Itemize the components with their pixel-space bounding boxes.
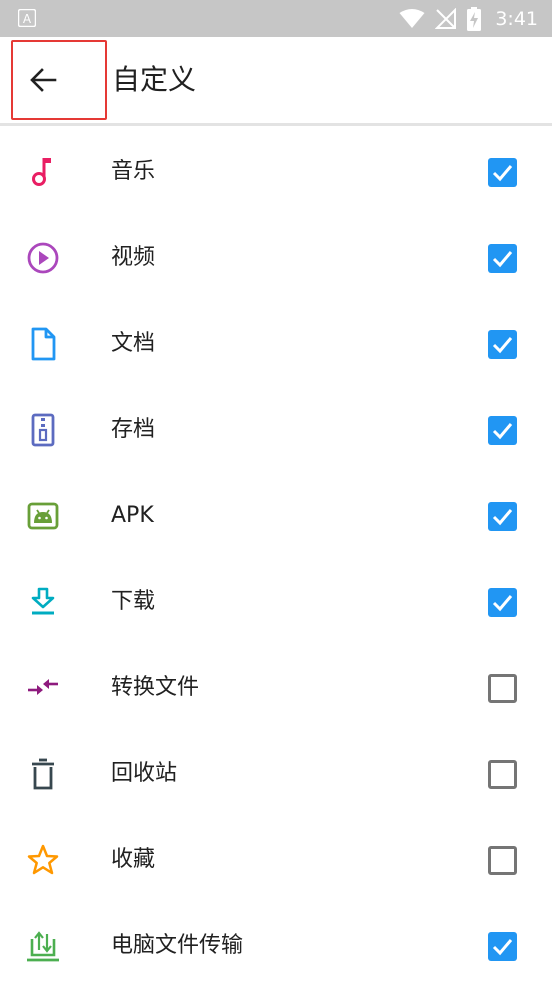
status-time: 3:41 [495, 7, 538, 30]
item-label: APK [111, 503, 154, 528]
document-icon [25, 326, 61, 362]
list-item-favorites[interactable]: 收藏 [0, 817, 552, 903]
arrow-left-icon [30, 68, 57, 92]
item-label: 视频 [111, 245, 156, 270]
archive-zip-icon [25, 412, 61, 448]
checkbox[interactable] [488, 416, 517, 445]
list-item-apk[interactable]: APK [0, 473, 552, 559]
item-label: 音乐 [111, 159, 156, 184]
list-item-video[interactable]: 视频 [0, 215, 552, 301]
checkbox[interactable] [488, 674, 517, 703]
no-signal-icon [435, 7, 457, 29]
android-icon [25, 498, 61, 534]
trash-icon [25, 756, 61, 792]
item-label: 转换文件 [111, 675, 200, 700]
wifi-icon [399, 8, 425, 28]
checkbox[interactable] [488, 244, 517, 273]
checkbox[interactable] [488, 932, 517, 961]
category-list: 音乐 视频 文档 存档 APK 下载 转换文件 回收站 收藏 电脑文件传输 [0, 129, 552, 989]
list-item-convert-files[interactable]: 转换文件 [0, 645, 552, 731]
checkbox[interactable] [488, 502, 517, 531]
notification-a-icon: A [18, 9, 36, 27]
item-label: 下载 [111, 589, 156, 614]
convert-arrows-icon [25, 670, 61, 706]
item-label: 存档 [111, 417, 156, 442]
page-title: 自定义 [112, 63, 197, 96]
star-icon [25, 842, 61, 878]
back-button[interactable] [11, 40, 107, 120]
item-label: 文档 [111, 331, 156, 356]
checkbox[interactable] [488, 330, 517, 359]
item-label: 收藏 [111, 847, 156, 872]
checkbox[interactable] [488, 158, 517, 187]
toolbar-divider [0, 123, 552, 126]
item-label: 电脑文件传输 [111, 933, 244, 958]
checkbox[interactable] [488, 588, 517, 617]
play-circle-icon [25, 240, 61, 276]
pc-upload-icon [25, 928, 61, 964]
list-item-music[interactable]: 音乐 [0, 129, 552, 215]
svg-text:A: A [23, 12, 32, 26]
list-item-recycle-bin[interactable]: 回收站 [0, 731, 552, 817]
checkbox[interactable] [488, 760, 517, 789]
download-icon [25, 584, 61, 620]
battery-charging-icon [467, 6, 482, 31]
list-item-pc-transfer[interactable]: 电脑文件传输 [0, 903, 552, 989]
list-item-document[interactable]: 文档 [0, 301, 552, 387]
list-item-download[interactable]: 下载 [0, 559, 552, 645]
item-label: 回收站 [111, 761, 178, 786]
status-bar: A 3:41 [0, 0, 552, 37]
music-note-icon [25, 154, 61, 190]
checkbox[interactable] [488, 846, 517, 875]
list-item-archive[interactable]: 存档 [0, 387, 552, 473]
